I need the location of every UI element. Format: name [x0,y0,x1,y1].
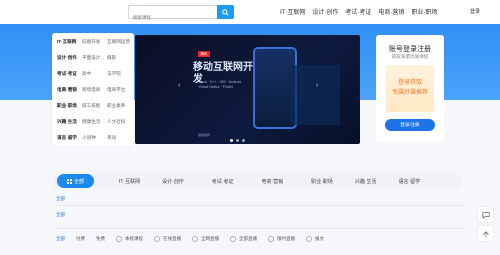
category-row[interactable]: IT·互联网 前端开发 互联网运营 [57,37,133,47]
radio-icon [268,236,274,242]
filter-bar: 全部 付费 免费 本校课程 在线直播 全网直播 全部直播 限时直播 报文 [56,236,324,242]
divider [55,228,465,229]
grid-icon [67,178,72,184]
subcategory-all-link[interactable]: 全部 [56,196,65,202]
filter-option[interactable]: 限时直播 [268,236,295,242]
chevron-right-icon[interactable]: › [316,82,318,89]
arrow-up-icon [482,230,489,237]
tab-ecommerce[interactable]: 电商·营销 [250,178,294,185]
tab-language[interactable]: 语言·留学 [387,178,431,185]
banner-caption: 课程推荐 [198,133,211,137]
login-card-subtitle: 获取海量优质课程 [391,54,429,59]
filter-free[interactable]: 免费 [96,236,105,242]
carousel-dots [230,139,245,142]
search-input[interactable] [129,11,223,24]
search-icon [222,8,229,16]
tab-it[interactable]: IT·互联网 [108,178,151,185]
category-row[interactable]: 电商·营销 跨境电商 电商平台 [57,85,133,95]
nav-item[interactable]: IT·互联网 [280,7,305,16]
radio-icon [230,236,236,242]
divider [55,205,465,206]
tab-exam[interactable]: 考试·考证 [201,178,245,185]
category-row[interactable]: 语言·留学 小语种 英语 [57,133,133,143]
tab-design[interactable]: 设计·创作 [151,178,195,185]
carousel-dot[interactable] [242,139,245,142]
login-register-button[interactable]: 登录/注册 [385,119,435,131]
tab-career[interactable]: 职业·职场 [300,178,344,185]
radio-icon [154,236,160,242]
category-row[interactable]: 考试·考证 高中 法学院 [57,69,133,79]
chevron-left-icon[interactable]: ‹ [178,82,180,89]
login-card: 账号登录注册 获取海量优质课程 登录获取 专属好课推荐 登录/注册 [376,35,444,142]
carousel-dot[interactable] [230,139,233,142]
search-button[interactable] [217,5,234,19]
nav-item[interactable]: 电商·营销 [378,7,404,16]
category-row[interactable]: 职业·职场 技工技能 职业素养 [57,101,133,111]
tab-all[interactable]: 全部 [57,174,95,188]
tab-life[interactable]: 兴趣·生活 [344,178,388,185]
radio-icon [116,236,122,242]
filter-option[interactable]: 报文 [306,236,324,242]
top-nav: IT·互联网 设计·创作 考试·考证 电商·营销 职业·职场 [280,7,437,16]
chat-icon [481,211,490,219]
filter-option[interactable]: 全部直播 [230,236,257,242]
filter-paid[interactable]: 付费 [76,236,85,242]
customer-service-button[interactable] [478,207,493,222]
category-menu: IT·互联网 前端开发 互联网运营 设计·创作 平面设计... 摄影 考试·考证 高中 法学… [52,33,134,146]
filter-option[interactable]: 全网直播 [192,236,219,242]
radio-icon [306,236,312,242]
radio-icon [192,236,198,242]
carousel-dot[interactable] [236,139,239,142]
category-row[interactable]: 设计·创作 平面设计... 摄影 [57,53,133,63]
filter-option[interactable]: 本校课程 [116,236,143,242]
banner-carousel[interactable]: 腾讯 移动互联网开发 Java · C++ · iOS · Android Rea… [135,35,360,144]
login-link[interactable]: 登录 [470,8,480,15]
filter-option[interactable]: 在线直播 [154,236,181,242]
promo-box: 登录获取 专属好课推荐 [386,65,434,112]
subcategory-all-link[interactable]: 全部 [56,212,65,218]
nav-item[interactable]: 考试·考证 [345,7,371,16]
category-row[interactable]: 兴趣·生活 健康生活 人文社科 [57,117,133,127]
nav-item[interactable]: 设计·创作 [312,7,338,16]
nav-item[interactable]: 职业·职场 [411,7,437,16]
category-tabs: 全部 IT·互联网 设计·创作 考试·考证 电商·营销 职业·职场 兴趣·生活 … [52,173,462,189]
back-to-top-button[interactable] [478,226,493,241]
filter-all[interactable]: 全部 [56,236,65,242]
banner-tag: 腾讯 [198,51,210,57]
banner-subtitle: Java · C++ · iOS · Android React Native ·… [199,80,242,89]
top-bar: IT·互联网 设计·创作 考试·考证 电商·营销 职业·职场 登录 [0,0,500,25]
login-card-title: 账号登录注册 [389,46,431,53]
laptop-graphic [290,65,340,125]
